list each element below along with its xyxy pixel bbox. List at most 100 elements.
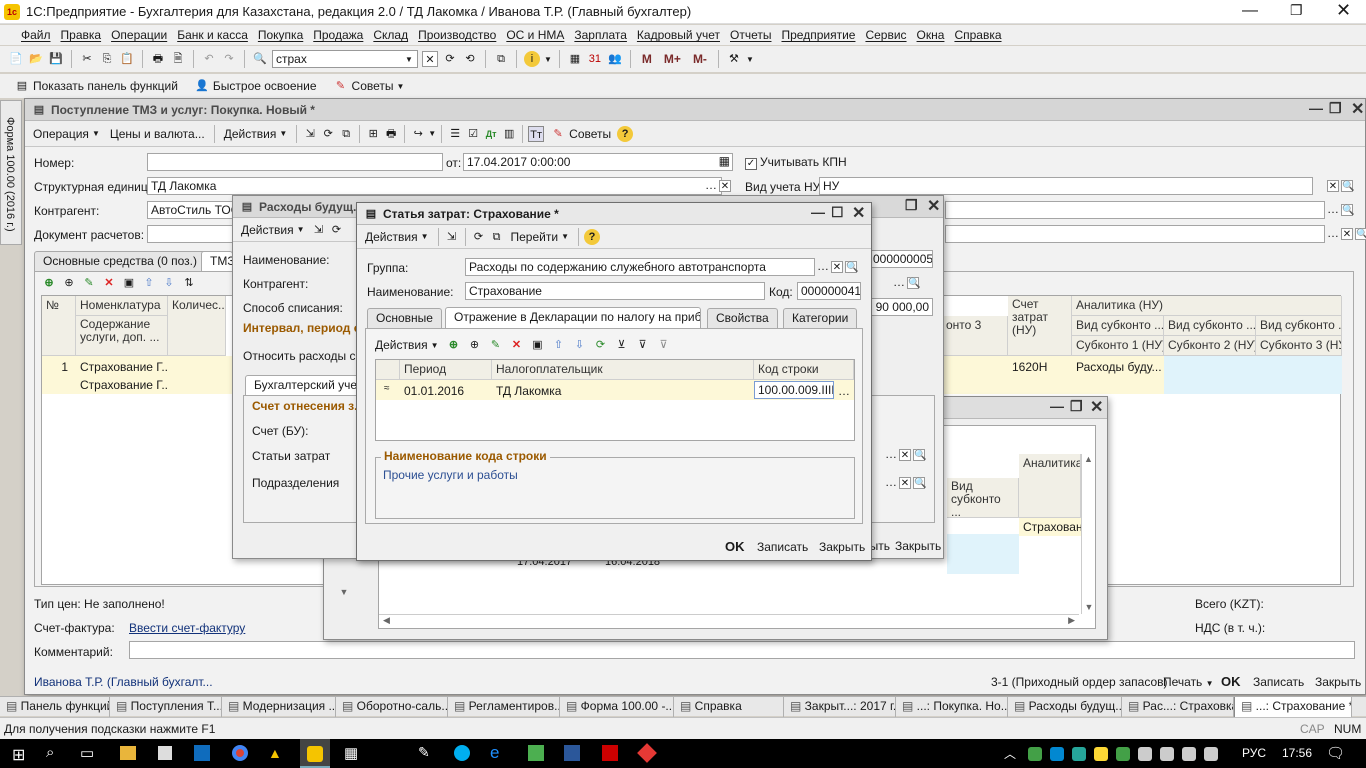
unit-select-icon[interactable]: … ✕ — [705, 178, 731, 192]
calendar-picker-icon[interactable]: ▦ — [719, 154, 730, 168]
copy-row-icon[interactable]: ⊕ — [61, 275, 77, 291]
grid-up-icon[interactable]: ⇧ — [551, 337, 567, 353]
taskbar-window-button[interactable]: ▤ Панель функций — [0, 697, 110, 717]
col-sub3-tail[interactable]: онто 3 — [942, 316, 1008, 356]
dialog-minimize-button[interactable]: — — [811, 204, 825, 220]
col-payer[interactable]: Налогоплательщик — [492, 360, 754, 380]
taskbar-window-button[interactable]: ▤ Рас...: Страховка — [1122, 697, 1234, 717]
tray-chevron-icon[interactable]: ︿ — [1004, 745, 1016, 762]
col-sub-kind-3[interactable]: Вид субконто ... — [1256, 316, 1342, 336]
ok-button[interactable]: OK — [1221, 674, 1241, 689]
menu-item[interactable]: Отчеты — [725, 28, 776, 42]
quick-learning-button[interactable]: 👤 Быстрое освоение — [190, 76, 321, 96]
search-input[interactable]: страх ▼ — [272, 50, 418, 68]
menu-item[interactable]: Справка — [949, 28, 1006, 42]
grid-end-edit-icon[interactable]: ▣ — [530, 337, 546, 353]
dialog-save-close-icon[interactable]: ⇲ — [444, 229, 460, 245]
grid-add-icon[interactable]: ⊕ — [446, 337, 462, 353]
future-post-icon[interactable]: ⇲ — [311, 222, 327, 238]
users-icon[interactable]: 👥 — [607, 51, 623, 67]
taskbar-window-button[interactable]: ▤ Расходы будущ... — [1008, 697, 1122, 717]
grid-filter-set-icon[interactable]: ⊽ — [635, 337, 651, 353]
search-prev-icon[interactable]: ⟲ — [462, 51, 478, 67]
tab-fixed-assets[interactable]: Основные средства (0 поз.) — [34, 251, 206, 271]
row-analytics[interactable]: Расходы буду... — [1072, 358, 1164, 376]
clock[interactable]: 17:56 — [1282, 746, 1312, 760]
tips-button[interactable]: ✎ Советы ▼ — [329, 76, 409, 96]
col-sub-2[interactable]: Субконто 2 (НУ) — [1164, 336, 1256, 356]
operation-menu[interactable]: Операция ▼ — [29, 124, 104, 144]
col-period[interactable]: Период — [400, 360, 492, 380]
add-row-icon[interactable]: ⊕ — [41, 275, 57, 291]
show-panel-button[interactable]: ▤ Показать панель функций — [10, 76, 182, 96]
unit-input[interactable]: ТД Лакомка — [147, 177, 722, 195]
contragent-input-tail[interactable] — [945, 201, 1325, 219]
search-dropdown-icon[interactable]: ▼ — [405, 55, 417, 64]
end-edit-icon[interactable]: ▣ — [121, 275, 137, 291]
menu-item[interactable]: Окна — [912, 28, 950, 42]
taskbar-window-button[interactable]: ▤ Модернизация ... — [222, 697, 336, 717]
start-icon[interactable]: ⊞ — [12, 745, 25, 765]
declaration-grid[interactable]: Период Налогоплательщик Код строки ≈ 01.… — [375, 359, 855, 441]
invoice-link[interactable]: Ввести счет-фактуру — [129, 621, 245, 635]
col-nomenclature[interactable]: Номенклатура — [76, 296, 168, 316]
language-indicator[interactable]: РУС — [1242, 746, 1266, 760]
group-input[interactable]: Расходы по содержанию служебного автотра… — [465, 258, 815, 276]
taskbar-window-button[interactable]: ▤ ...: Страхование * — [1234, 697, 1352, 717]
save-icon[interactable]: 💾 — [48, 51, 64, 67]
row-content[interactable]: Страхование Г... — [76, 376, 168, 394]
copy-doc-icon[interactable]: ⧉ — [338, 126, 354, 142]
future-contr-select[interactable]: … 🔍 — [893, 275, 920, 289]
prices-currency-button[interactable]: Цены и валюта... — [106, 124, 209, 144]
menu-item[interactable]: Склад — [368, 28, 413, 42]
windows-icon[interactable]: ⧉ — [493, 51, 509, 67]
drive-icon[interactable]: ▲ — [268, 745, 282, 761]
restore-doc-button[interactable]: ❐ — [1329, 100, 1342, 117]
col-account[interactable]: Счет затрат (НУ) — [1008, 296, 1072, 356]
tab-tmz[interactable]: ТМЗ — [201, 251, 235, 272]
store-icon[interactable] — [158, 746, 172, 760]
col-num[interactable]: № — [42, 296, 76, 356]
memory-sub-button[interactable]: M- — [693, 52, 707, 66]
move-up-icon[interactable]: ⇧ — [141, 275, 157, 291]
clear-search-icon[interactable]: ✕ — [422, 51, 438, 67]
notifications-icon[interactable]: 🗨 — [1326, 744, 1345, 762]
undo-icon[interactable]: ↶ — [201, 51, 217, 67]
outlook-icon[interactable] — [194, 745, 210, 761]
nu-clear-icon[interactable]: ✕ 🔍 — [1325, 178, 1354, 192]
future-actions-menu[interactable]: Действия ▼ — [237, 220, 309, 240]
dialog-refresh-icon[interactable]: ⟳ — [471, 229, 487, 245]
col-analytics[interactable]: Аналитика (НУ) — [1072, 296, 1342, 316]
calculator-taskbar-icon[interactable]: ▦ — [344, 744, 358, 762]
ie-icon[interactable]: e — [490, 743, 499, 763]
menu-item[interactable]: Продажа — [308, 28, 368, 42]
contragent-input[interactable]: АвтоСтиль ТОО — [147, 201, 235, 219]
menu-item[interactable]: Предприятие — [776, 28, 860, 42]
current-user-link[interactable]: Иванова Т.Р. (Главный бухгалт... — [34, 675, 213, 689]
grid-edit-icon[interactable]: ✎ — [488, 337, 504, 353]
list-icon[interactable]: ☰ — [447, 126, 463, 142]
memory-add-button[interactable]: M+ — [664, 52, 681, 66]
refresh-icon[interactable]: ⟳ — [320, 126, 336, 142]
group-select[interactable]: … ✕ 🔍 — [817, 259, 858, 273]
menu-item[interactable]: Производство — [413, 28, 501, 42]
report-icon[interactable]: ▥ — [501, 126, 517, 142]
menu-item[interactable]: Сервис — [860, 28, 911, 42]
taskbar-window-button[interactable]: ▤ Закрыт...: 2017 г. — [784, 697, 896, 717]
future-refresh-icon[interactable]: ⟳ — [329, 222, 345, 238]
col-qty[interactable]: Количес... — [168, 296, 226, 356]
pin-icon[interactable]: ✎ — [418, 744, 430, 761]
dialog-tab-declaration[interactable]: Отражение в Декларации по налогу на приб… — [445, 307, 701, 328]
taskbar-window-button[interactable]: ▤ Поступления Т... — [110, 697, 222, 717]
doc-input-tail[interactable] — [945, 225, 1325, 243]
dialog-close-button-bottom[interactable]: Закрыть — [819, 540, 865, 554]
close-app-button[interactable]: ✕ — [1336, 0, 1351, 21]
row-account[interactable]: 1620Н — [1008, 358, 1072, 376]
grid-actions-menu[interactable]: Действия ▼ — [373, 335, 441, 355]
minimize-doc-button[interactable]: — — [1309, 100, 1323, 116]
grid-delete-icon[interactable]: ✕ — [509, 337, 525, 353]
row-nomenclature[interactable]: Страхование Г... — [76, 358, 168, 376]
back-row-cell[interactable]: Страхован — [1019, 518, 1081, 536]
col-sub-3[interactable]: Субконто 3 (НУ) — [1256, 336, 1342, 356]
menu-item[interactable]: Кадровый учет — [632, 28, 725, 42]
